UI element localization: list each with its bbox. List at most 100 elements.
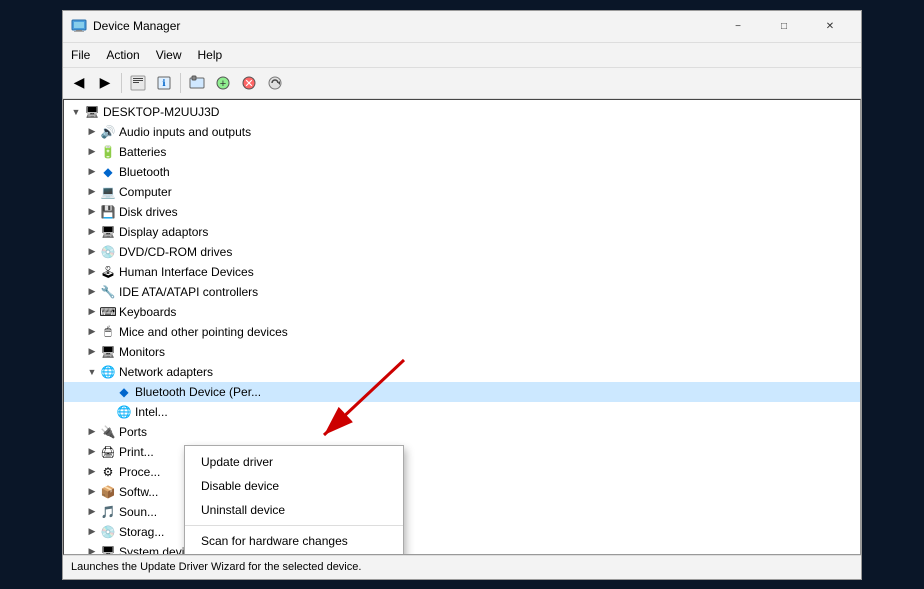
ctx-update-driver[interactable]: Update driver [185, 450, 403, 474]
sound-expander[interactable]: ▶ [84, 504, 100, 520]
device-tree[interactable]: ▼ 🖥 DESKTOP-M2UUJ3D ▶ 🔊 Audio inputs and… [63, 99, 861, 555]
computer-expander[interactable]: ▶ [84, 184, 100, 200]
bluetooth-expander[interactable]: ▶ [84, 164, 100, 180]
back-button[interactable]: ◀ [67, 71, 91, 95]
proc-icon: ⚙ [100, 464, 116, 480]
proc-expander[interactable]: ▶ [84, 464, 100, 480]
intel-label: Intel... [135, 405, 168, 419]
monitors-expander[interactable]: ▶ [84, 344, 100, 360]
storage-label: Storag... [119, 525, 164, 539]
batteries-expander[interactable]: ▶ [84, 144, 100, 160]
tree-item-dvd[interactable]: ▶ 💿 DVD/CD-ROM drives [64, 242, 860, 262]
ctx-scan-hardware[interactable]: Scan for hardware changes [185, 529, 403, 553]
keyboards-icon: ⌨ [100, 304, 116, 320]
ctx-separator-1 [185, 525, 403, 526]
network-label: Network adapters [119, 365, 213, 379]
disk-expander[interactable]: ▶ [84, 204, 100, 220]
batteries-icon: 🔋 [100, 144, 116, 160]
update-driver-button[interactable]: ℹ [152, 71, 176, 95]
tree-item-ide[interactable]: ▶ 🔧 IDE ATA/ATAPI controllers [64, 282, 860, 302]
display-label: Display adaptors [119, 225, 208, 239]
minimize-button[interactable]: − [715, 10, 761, 42]
root-expander[interactable]: ▼ [68, 104, 84, 120]
computer-label: Computer [119, 185, 172, 199]
main-content: ▼ 🖥 DESKTOP-M2UUJ3D ▶ 🔊 Audio inputs and… [63, 99, 861, 555]
properties-button[interactable] [126, 71, 150, 95]
print-icon: 🖨 [100, 444, 116, 460]
audio-icon: 🔊 [100, 124, 116, 140]
print-label: Print... [119, 445, 154, 459]
menu-action[interactable]: Action [98, 45, 147, 65]
ide-label: IDE ATA/ATAPI controllers [119, 285, 258, 299]
toolbar: ◀ ▶ ℹ + [63, 68, 861, 99]
print-expander[interactable]: ▶ [84, 444, 100, 460]
tree-item-disk[interactable]: ▶ 💾 Disk drives [64, 202, 860, 222]
display-expander[interactable]: ▶ [84, 224, 100, 240]
scan-button[interactable] [185, 71, 209, 95]
ctx-uninstall-device[interactable]: Uninstall device [185, 498, 403, 522]
scan-changes-button[interactable] [263, 71, 287, 95]
svg-text:ℹ: ℹ [162, 78, 166, 88]
ide-expander[interactable]: ▶ [84, 284, 100, 300]
tree-item-monitors[interactable]: ▶ 🖥 Monitors [64, 342, 860, 362]
menu-file[interactable]: File [63, 45, 98, 65]
network-expander[interactable]: ▼ [84, 364, 100, 380]
ide-icon: 🔧 [100, 284, 116, 300]
hid-icon: 🕹 [100, 264, 116, 280]
system-expander[interactable]: ▶ [84, 544, 100, 555]
toolbar-separator-1 [121, 73, 122, 93]
toolbar-separator-2 [180, 73, 181, 93]
ports-icon: 🔌 [100, 424, 116, 440]
disk-icon: 💾 [100, 204, 116, 220]
tree-root[interactable]: ▼ 🖥 DESKTOP-M2UUJ3D [64, 102, 860, 122]
audio-expander[interactable]: ▶ [84, 124, 100, 140]
monitors-label: Monitors [119, 345, 165, 359]
tree-item-hid[interactable]: ▶ 🕹 Human Interface Devices [64, 262, 860, 282]
keyboards-label: Keyboards [119, 305, 176, 319]
tree-item-mice[interactable]: ▶ 🖱 Mice and other pointing devices [64, 322, 860, 342]
tree-item-bluetooth-device[interactable]: ◆ Bluetooth Device (Per... [64, 382, 860, 402]
tree-item-intel[interactable]: 🌐 Intel... [64, 402, 860, 422]
hid-expander[interactable]: ▶ [84, 264, 100, 280]
sound-label: Soun... [119, 505, 157, 519]
mice-expander[interactable]: ▶ [84, 324, 100, 340]
dvd-expander[interactable]: ▶ [84, 244, 100, 260]
computer-device-icon: 💻 [100, 184, 116, 200]
status-text: Launches the Update Driver Wizard for th… [71, 561, 361, 573]
disk-label: Disk drives [119, 205, 178, 219]
add-driver-button[interactable]: + [211, 71, 235, 95]
dvd-icon: 💿 [100, 244, 116, 260]
maximize-button[interactable]: □ [761, 10, 807, 42]
batteries-label: Batteries [119, 145, 166, 159]
tree-item-keyboards[interactable]: ▶ ⌨ Keyboards [64, 302, 860, 322]
bt-device-expander [100, 384, 116, 400]
system-icon: 🖥 [100, 544, 116, 555]
tree-item-display[interactable]: ▶ 🖥 Display adaptors [64, 222, 860, 242]
tree-item-audio[interactable]: ▶ 🔊 Audio inputs and outputs [64, 122, 860, 142]
forward-button[interactable]: ▶ [93, 71, 117, 95]
computer-icon: 🖥 [84, 104, 100, 120]
title-controls: − □ ✕ [715, 10, 853, 42]
svg-text:+: + [220, 78, 226, 90]
tree-item-ports[interactable]: ▶ 🔌 Ports [64, 422, 860, 442]
tree-item-computer[interactable]: ▶ 💻 Computer [64, 182, 860, 202]
remove-button[interactable]: ✕ [237, 71, 261, 95]
menu-help[interactable]: Help [190, 45, 231, 65]
sound-icon: 🎵 [100, 504, 116, 520]
network-icon: 🌐 [100, 364, 116, 380]
ctx-disable-device[interactable]: Disable device [185, 474, 403, 498]
tree-item-batteries[interactable]: ▶ 🔋 Batteries [64, 142, 860, 162]
close-button[interactable]: ✕ [807, 10, 853, 42]
keyboards-expander[interactable]: ▶ [84, 304, 100, 320]
storage-expander[interactable]: ▶ [84, 524, 100, 540]
menu-view[interactable]: View [148, 45, 190, 65]
window-title: Device Manager [93, 19, 715, 33]
soft-expander[interactable]: ▶ [84, 484, 100, 500]
tree-item-bluetooth[interactable]: ▶ ◆ Bluetooth [64, 162, 860, 182]
audio-label: Audio inputs and outputs [119, 125, 251, 139]
intel-expander [100, 404, 116, 420]
ports-expander[interactable]: ▶ [84, 424, 100, 440]
soft-label: Softw... [119, 485, 158, 499]
tree-item-network[interactable]: ▼ 🌐 Network adapters [64, 362, 860, 382]
display-icon: 🖥 [100, 224, 116, 240]
